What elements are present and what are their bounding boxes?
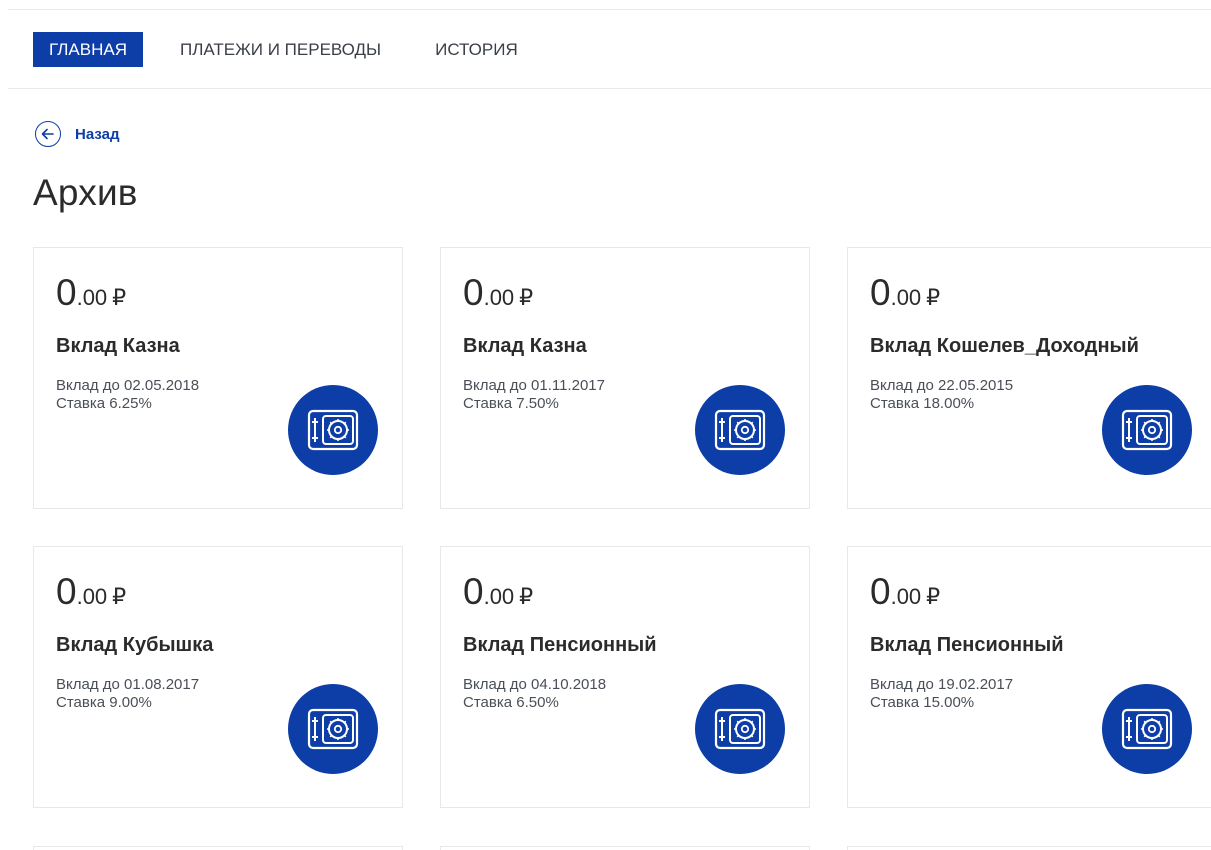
deposit-name: Вклад Пенсионный	[463, 634, 657, 656]
deposit-amount: 0 .00 ₽	[463, 573, 533, 610]
safe-icon	[695, 385, 785, 475]
amount-integer: 0	[870, 571, 891, 612]
deposit-term: Вклад до 19.02.2017	[870, 676, 1014, 693]
deposit-name: Вклад Кубышка	[56, 634, 214, 656]
deposit-amount: 0 .00 ₽	[870, 274, 940, 311]
deposit-card-partial[interactable]	[847, 846, 1211, 850]
deposit-amount: 0 .00 ₽	[56, 274, 126, 311]
amount-integer: 0	[463, 571, 484, 612]
deposit-amount: 0 .00 ₽	[463, 274, 533, 311]
amount-currency: ₽	[519, 285, 534, 310]
deposit-name: Вклад Пенсионный	[870, 634, 1064, 656]
nav-divider	[8, 88, 1211, 89]
deposit-rate: Ставка 7.50%	[463, 395, 559, 412]
safe-icon	[288, 684, 378, 774]
amount-integer: 0	[870, 272, 891, 313]
amount-integer: 0	[463, 272, 484, 313]
back-link[interactable]: Назад	[35, 121, 119, 147]
deposit-card[interactable]: 0 .00 ₽ Вклад Кубышка Вклад до 01.08.201…	[33, 546, 403, 808]
tab-payments[interactable]: ПЛАТЕЖИ И ПЕРЕВОДЫ	[164, 32, 397, 67]
deposit-rate: Ставка 18.00%	[870, 395, 975, 412]
tab-home[interactable]: ГЛАВНАЯ	[33, 31, 143, 67]
deposit-card[interactable]: 0 .00 ₽ Вклад Пенсионный Вклад до 19.02.…	[847, 546, 1211, 808]
amount-currency: ₽	[112, 584, 127, 609]
deposit-card[interactable]: 0 .00 ₽ Вклад Казна Вклад до 02.05.2018 …	[33, 247, 403, 509]
deposit-rate: Ставка 6.25%	[56, 395, 152, 412]
deposit-name: Вклад Кошелев_Доходный	[870, 335, 1139, 357]
deposit-card[interactable]: 0 .00 ₽ Вклад Пенсионный Вклад до 04.10.…	[440, 546, 810, 808]
deposit-term: Вклад до 02.05.2018	[56, 377, 200, 394]
deposit-card-partial[interactable]	[440, 846, 810, 850]
deposit-name: Вклад Казна	[56, 335, 180, 357]
arrow-left-circle-icon	[35, 121, 61, 147]
safe-icon	[1102, 684, 1192, 774]
tab-history[interactable]: ИСТОРИЯ	[419, 32, 534, 67]
deposit-term: Вклад до 04.10.2018	[463, 676, 607, 693]
deposit-name: Вклад Казна	[463, 335, 587, 357]
deposit-amount: 0 .00 ₽	[56, 573, 126, 610]
amount-currency: ₽	[926, 584, 941, 609]
amount-fraction: .00	[76, 584, 108, 609]
top-divider	[8, 9, 1211, 10]
deposit-rate: Ставка 6.50%	[463, 694, 559, 711]
deposit-amount: 0 .00 ₽	[870, 573, 940, 610]
deposit-card[interactable]: 0 .00 ₽ Вклад Казна Вклад до 01.11.2017 …	[440, 247, 810, 509]
deposit-card-partial[interactable]	[33, 846, 403, 850]
amount-fraction: .00	[890, 285, 922, 310]
safe-icon	[288, 385, 378, 475]
amount-currency: ₽	[926, 285, 941, 310]
amount-fraction: .00	[76, 285, 108, 310]
deposit-term: Вклад до 01.08.2017	[56, 676, 200, 693]
safe-icon	[695, 684, 785, 774]
amount-currency: ₽	[519, 584, 534, 609]
amount-fraction: .00	[890, 584, 922, 609]
amount-fraction: .00	[483, 285, 515, 310]
deposit-term: Вклад до 22.05.2015	[870, 377, 1014, 394]
deposit-rate: Ставка 15.00%	[870, 694, 975, 711]
amount-integer: 0	[56, 571, 77, 612]
back-label: Назад	[75, 125, 120, 143]
page-title: Архив	[33, 172, 138, 213]
amount-fraction: .00	[483, 584, 515, 609]
deposit-term: Вклад до 01.11.2017	[463, 377, 605, 394]
amount-integer: 0	[56, 272, 77, 313]
deposit-card[interactable]: 0 .00 ₽ Вклад Кошелев_Доходный Вклад до …	[847, 247, 1211, 509]
deposit-rate: Ставка 9.00%	[56, 694, 152, 711]
amount-currency: ₽	[112, 285, 127, 310]
safe-icon	[1102, 385, 1192, 475]
main-nav: ГЛАВНАЯ ПЛАТЕЖИ И ПЕРЕВОДЫ ИСТОРИЯ	[33, 31, 534, 67]
